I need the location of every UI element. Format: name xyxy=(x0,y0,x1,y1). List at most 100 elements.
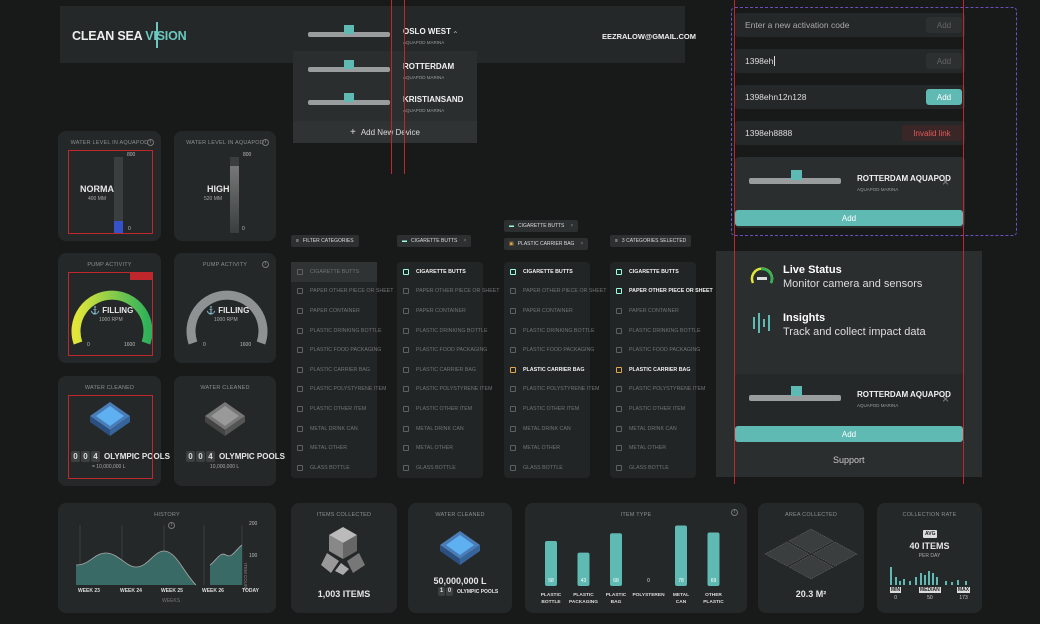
guide-marker xyxy=(130,272,152,280)
list-item[interactable]: PAPER OTHER PIECE OR SHEET xyxy=(610,282,713,302)
list-item[interactable]: PLASTIC DRINKING BOTTLE xyxy=(504,321,595,341)
list-item[interactable]: PLASTIC DRINKING BOTTLE xyxy=(610,321,701,341)
user-email[interactable]: EEZRALOW@GMAIL.COM xyxy=(602,32,696,41)
list-item[interactable]: CIGARETTE BUTTS xyxy=(610,262,696,282)
list-item[interactable]: PAPER OTHER PIECE OR SHEET xyxy=(397,282,500,302)
list-item[interactable]: PLASTIC POLYSTYRENE ITEM xyxy=(610,380,705,400)
list-item[interactable]: PLASTIC OTHER ITEM xyxy=(397,399,483,419)
device-name: ROTTERDAM AQUAPOD xyxy=(857,390,951,399)
list-item[interactable]: CIGARETTE BUTTS xyxy=(291,262,377,282)
list-item[interactable]: PAPER CONTAINER xyxy=(397,301,483,321)
filter-chip[interactable]: ▬ CIGARETTE BUTTS × xyxy=(397,235,472,247)
list-item[interactable]: GLASS BOTTLE xyxy=(397,458,483,478)
list-item[interactable]: PLASTIC POLYSTYRENE ITEM xyxy=(397,380,492,400)
close-icon[interactable]: × xyxy=(580,241,583,247)
list-item[interactable]: PLASTIC CARRIER BAG xyxy=(397,360,483,380)
filter-categories-button[interactable]: ≡ FILTER CATEGORIES xyxy=(291,235,359,247)
list-item[interactable]: METAL DRINK CAN xyxy=(291,419,377,439)
list-item[interactable]: METAL DRINK CAN xyxy=(504,419,590,439)
device-selector[interactable]: OSLO WEST AQUAPOD MARINA ⌃ xyxy=(306,22,471,46)
close-icon[interactable]: × xyxy=(942,175,949,189)
container-icon xyxy=(616,307,622,314)
rate-value: 40 ITEMS xyxy=(909,541,950,551)
text-cursor xyxy=(774,56,776,66)
input-value: 1398eh xyxy=(745,56,774,66)
list-item[interactable]: PAPER CONTAINER xyxy=(504,301,590,321)
add-device-button[interactable]: + Add New Device xyxy=(293,121,477,143)
list-item[interactable]: METAL OTHER xyxy=(397,438,483,458)
list-item[interactable]: PAPER CONTAINER xyxy=(610,301,696,321)
device-option-rotterdam[interactable]: ROTTERDAM AQUAPOD MARINA xyxy=(306,57,471,81)
device-name: OSLO WEST xyxy=(403,27,451,36)
add-code-button[interactable]: Add xyxy=(926,89,962,105)
list-item[interactable]: CIGARETTE BUTTS xyxy=(397,262,483,282)
info-icon[interactable]: i xyxy=(262,261,269,268)
item-label: METAL OTHER xyxy=(416,445,454,452)
gauge-max: 800 xyxy=(243,152,252,158)
list-item[interactable]: PLASTIC POLYSTYRENE ITEM xyxy=(291,380,386,400)
glass-bottle-icon xyxy=(403,464,409,471)
filter-chip[interactable]: ▬ CIGARETTE BUTTS × xyxy=(504,220,579,232)
y-axis-label: ITEM COUNT xyxy=(243,563,248,591)
list-item[interactable]: PAPER OTHER PIECE OR SHEET xyxy=(291,282,394,302)
invalid-link-button[interactable]: Invalid link xyxy=(902,125,962,141)
chevron-up-icon[interactable]: ⌃ xyxy=(452,30,459,39)
category-label: CAN xyxy=(676,599,687,605)
close-icon[interactable]: × xyxy=(942,392,949,406)
item-label: PLASTIC FOOD PACKAGING xyxy=(629,347,701,354)
device-name: ROTTERDAM xyxy=(403,62,455,71)
support-link[interactable]: Support xyxy=(833,455,865,465)
list-item[interactable]: METAL OTHER xyxy=(504,438,590,458)
list-item[interactable]: PLASTIC CARRIER BAG xyxy=(291,360,377,380)
list-item[interactable]: PLASTIC FOOD PACKAGING xyxy=(397,340,487,360)
list-item[interactable]: CIGARETTE BUTTS xyxy=(504,262,590,282)
activation-code-field[interactable]: 1398eh8888 Invalid link xyxy=(735,121,965,145)
list-item[interactable]: PLASTIC OTHER ITEM xyxy=(610,399,696,419)
item-label: PLASTIC DRINKING BOTTLE xyxy=(416,327,488,334)
activation-code-field[interactable]: 1398ehn12n128 Add xyxy=(735,85,965,109)
add-device-confirm-button[interactable]: Add xyxy=(735,210,963,226)
add-device-confirm-button[interactable]: Add xyxy=(735,426,963,442)
rate-max: MAX 173 xyxy=(957,587,971,601)
list-item[interactable]: GLASS BOTTLE xyxy=(610,458,696,478)
list-item[interactable]: PLASTIC DRINKING BOTTLE xyxy=(397,321,488,341)
rate-median: MEDIAN 50 xyxy=(919,587,941,601)
add-code-button[interactable]: Add xyxy=(926,17,962,33)
list-item[interactable]: PLASTIC OTHER ITEM xyxy=(291,399,377,419)
list-item[interactable]: METAL DRINK CAN xyxy=(610,419,696,439)
close-icon[interactable]: × xyxy=(570,223,573,229)
close-icon[interactable]: × xyxy=(463,238,466,244)
list-item[interactable]: PLASTIC DRINKING BOTTLE xyxy=(291,321,382,341)
item-label: PAPER CONTAINER xyxy=(629,307,679,314)
rate-min: MIN 0 xyxy=(890,587,902,601)
item-label: PLASTIC CARRIER BAG xyxy=(310,366,371,373)
list-item[interactable]: GLASS BOTTLE xyxy=(504,458,590,478)
list-item[interactable]: PLASTIC FOOD PACKAGING xyxy=(291,340,381,360)
info-icon[interactable]: i xyxy=(262,139,269,146)
info-icon[interactable]: i xyxy=(147,139,154,146)
filter-summary-chip[interactable]: ≡ 3 CATEGORIES SELECTED xyxy=(610,235,692,247)
list-item[interactable]: PAPER OTHER PIECE OR SHEET xyxy=(504,282,607,302)
list-item[interactable]: PAPER CONTAINER xyxy=(291,301,377,321)
level-fill xyxy=(230,166,239,233)
list-item[interactable]: PLASTIC CARRIER BAG xyxy=(504,360,590,380)
list-item[interactable]: PLASTIC CARRIER BAG xyxy=(610,360,696,380)
list-item[interactable]: METAL OTHER xyxy=(610,438,696,458)
list-item[interactable]: METAL OTHER xyxy=(291,438,377,458)
activation-code-field[interactable]: 1398eh Add xyxy=(735,49,965,73)
brand-logo[interactable]: CLEAN SEA VISION xyxy=(72,29,187,43)
chip-label: 3 CATEGORIES SELECTED xyxy=(621,238,687,244)
device-sub: AQUAPOD MARINA xyxy=(857,187,899,192)
feature-desc: Monitor camera and sensors xyxy=(783,278,923,290)
list-item[interactable]: PLASTIC FOOD PACKAGING xyxy=(504,340,594,360)
list-item[interactable]: GLASS BOTTLE xyxy=(291,458,377,478)
list-item[interactable]: METAL DRINK CAN xyxy=(397,419,483,439)
list-item[interactable]: PLASTIC POLYSTYRENE ITEM xyxy=(504,380,599,400)
activation-code-input[interactable]: Enter a new activation code Add xyxy=(735,13,965,37)
list-item[interactable]: PLASTIC OTHER ITEM xyxy=(504,399,590,419)
add-code-button[interactable]: Add xyxy=(926,53,962,69)
filter-chip[interactable]: ▣ PLASTIC CARRIER BAG × xyxy=(504,238,589,250)
list-item[interactable]: PLASTIC FOOD PACKAGING xyxy=(610,340,700,360)
device-option-kristiansand[interactable]: KRISTIANSAND AQUAPOD MARINA xyxy=(306,90,471,114)
input-value: 1398ehn12n128 xyxy=(745,92,807,102)
